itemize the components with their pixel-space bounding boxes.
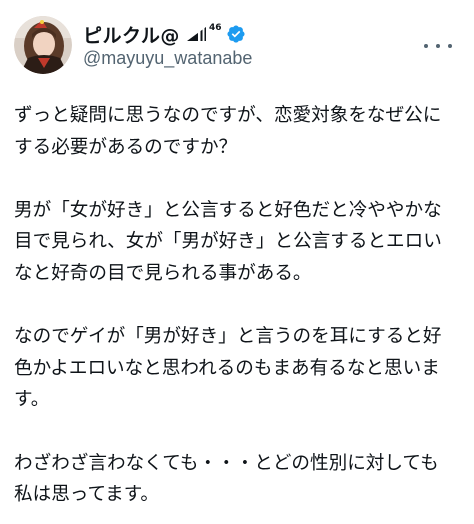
more-dot [448, 44, 452, 48]
tweet-paragraph: なのでゲイが「男が好き」と言うのを耳にすると好 色かよエロいなと思われるのもまあ… [14, 326, 442, 411]
tweet: ピルクル@ 46 @mayuyu_watanabe ずっと疑問に思うなのですが、… [0, 0, 474, 524]
more-options-icon[interactable] [424, 36, 452, 56]
user-handle[interactable]: @mayuyu_watanabe [83, 48, 252, 69]
display-name[interactable]: ピルクル@ [83, 21, 180, 48]
avatar[interactable] [14, 16, 72, 74]
tweet-paragraph: わざわざ言わなくても・・・とどの性別に対しても 私は思ってます。 [14, 452, 439, 506]
tweet-paragraph: 男が「女が好き」と公言すると好色だと冷ややかな 目で見られ、女が「男が好き」と公… [14, 199, 442, 284]
more-dot [424, 44, 428, 48]
verified-badge-icon [226, 24, 246, 44]
name-row: ピルクル@ 46 [83, 21, 252, 47]
tweet-header: ピルクル@ 46 @mayuyu_watanabe [14, 14, 460, 76]
signal-bars-icon: 46 [186, 23, 222, 42]
more-dot [436, 44, 440, 48]
tweet-text: ずっと疑問に思うなのですが、恋愛対象をなぜ公に する必要があるのですか？ 男が「… [14, 100, 464, 524]
tweet-paragraph: ずっと疑問に思うなのですが、恋愛対象をなぜ公に する必要があるのですか？ [14, 105, 442, 158]
signal-badge-number: 46 [208, 23, 222, 33]
user-names: ピルクル@ 46 @mayuyu_watanabe [83, 21, 252, 69]
